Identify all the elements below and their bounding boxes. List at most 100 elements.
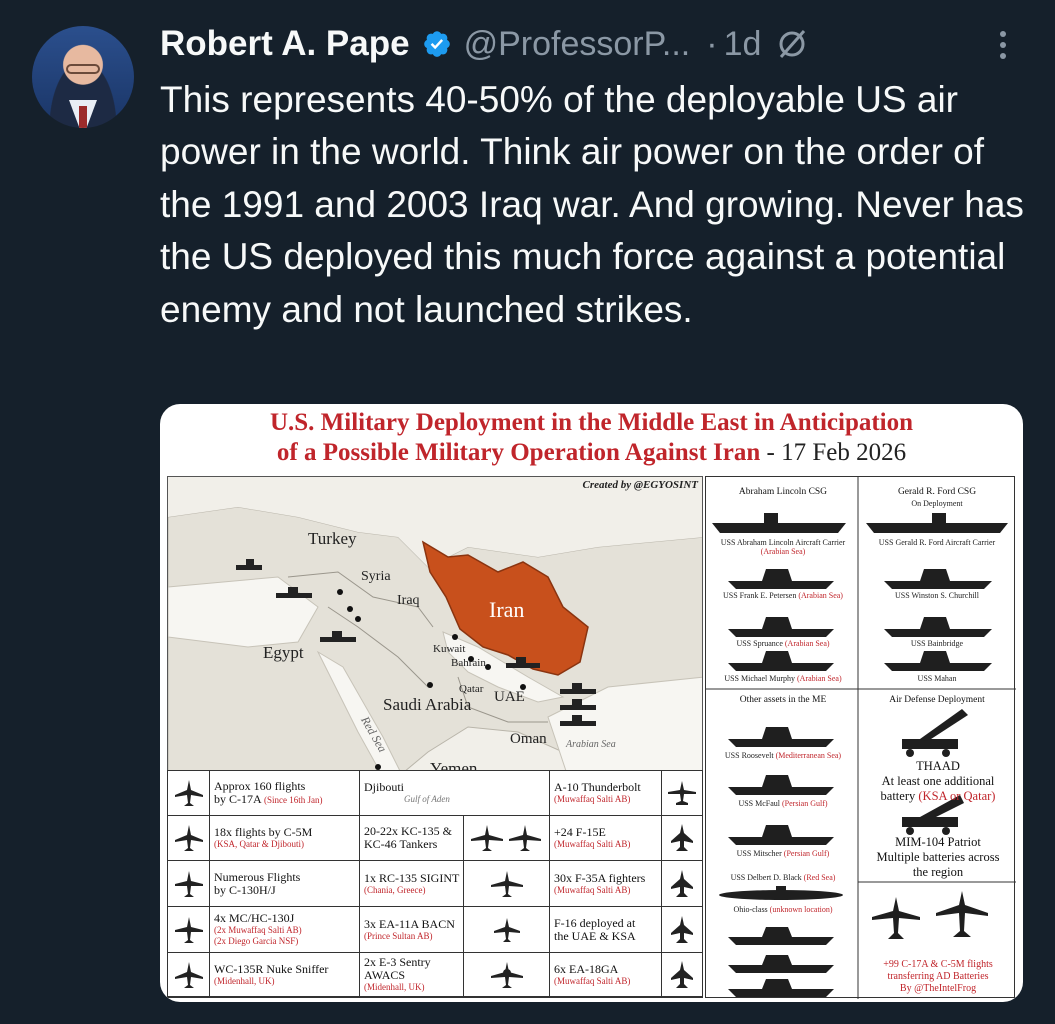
ford-ship-2: USS Winston S. Churchill — [895, 591, 979, 600]
lincoln-ship-1: USS Abraham Lincoln Aircraft Carrier (Ara… — [708, 538, 858, 556]
lincoln-ship-4-loc: (Arabian Sea) — [797, 674, 842, 683]
other-ship-2-loc: (Persian Gulf) — [782, 799, 828, 808]
right-row-5: 6x EA-18GA (Muwaffaq Salti AB) — [550, 953, 662, 997]
tweet-age[interactable]: 1d — [724, 25, 762, 64]
mid-row-2: 1x RC-135 SIGINT (Chania, Greece) — [360, 861, 464, 907]
map-credit: Created by @EGYOSINT — [582, 479, 698, 491]
rc135-aircraft-icon — [464, 861, 550, 907]
mid-row-2-main: 1x RC-135 SIGINT — [364, 870, 460, 885]
right-row-2-main: +24 F-15E — [554, 825, 606, 839]
mid-row-3-main: 3x EA-11A BACN — [364, 916, 455, 931]
other-ship-5: Ohio-class (unknown location) — [708, 905, 858, 914]
right-row-4: F-16 deployed at the UAE & KSA — [550, 907, 662, 953]
mid-row-3-sub: (Prince Sultan AB) — [364, 930, 433, 941]
left-row-3-main: Numerous Flights — [214, 869, 301, 884]
right-row-1-sub: (Muwaffaq Salti AB) — [554, 794, 631, 804]
left-row-1: Approx 160 flights by C-17A (Since 16th … — [210, 771, 360, 816]
ford-ship-1: USS Gerald R. Ford Aircraft Carrier — [878, 538, 996, 547]
aircraft-table: Approx 160 flights by C-17A (Since 16th … — [167, 770, 703, 998]
author-name[interactable]: Robert A. Pape — [160, 24, 410, 64]
lincoln-ship-1-name: USS Abraham Lincoln Aircraft Carrier — [720, 538, 846, 547]
region-map: Created by @EGYOSINT Turkey Syria Iraq I… — [167, 476, 703, 776]
mid-row-4: 2x E-3 Sentry AWACS (Midenhall, UK) — [360, 953, 464, 997]
mid-row-1-main2: KC-46 Tankers — [364, 837, 438, 851]
more-dot — [1000, 42, 1006, 48]
map-label-saudi: Saudi Arabia — [383, 695, 472, 714]
right-row-3-sub: (Muwaffaq Salti AB) — [554, 884, 631, 895]
left-row-2: 18x flights by C-5M (KSA, Qatar & Djibou… — [210, 816, 360, 861]
other-ship-1-loc: (Mediterranean Sea) — [775, 751, 842, 760]
mid-row-3: 3x EA-11A BACN (Prince Sultan AB) — [360, 907, 464, 953]
ford-csg-status: On Deployment — [911, 499, 963, 508]
lincoln-ship-3-loc: (Arabian Sea) — [784, 639, 830, 648]
grok-icon[interactable] — [775, 27, 809, 61]
more-options-icon[interactable] — [988, 28, 1018, 62]
patriot-block: MIM-104 Patriot Multiple batteries acros… — [860, 835, 1016, 880]
author-avatar[interactable] — [32, 26, 134, 128]
lincoln-ship-2-loc: (Arabian Sea) — [798, 591, 843, 600]
left-row-2-main: 18x flights by C-5M — [214, 825, 313, 839]
author-handle[interactable]: @ProfessorP... — [464, 25, 691, 64]
other-ship-3-loc: (Persian Gulf) — [783, 849, 830, 858]
verified-badge-icon — [423, 31, 450, 57]
thaad-line-2: battery — [880, 789, 916, 803]
tweet-text: This represents 40-50% of the deployable… — [160, 79, 1024, 330]
mid-row-4-main: 2x E-3 Sentry AWACS — [364, 955, 431, 982]
lincoln-ship-4-name: USS Michael Murphy — [724, 674, 795, 683]
patriot-title: MIM-104 Patriot — [895, 835, 981, 849]
more-dot — [1000, 31, 1006, 37]
thaad-location: (KSA or Qatar) — [918, 789, 996, 803]
flights-line-2: transferring AD Batteries — [887, 971, 989, 982]
map-label-turkey: Turkey — [308, 529, 357, 548]
left-row-2-sub: (KSA, Qatar & Djibouti) — [214, 839, 304, 849]
left-row-3-main2: by C-130H/J — [214, 882, 276, 897]
right-row-4-main2: the UAE & KSA — [554, 928, 636, 943]
wc135-aircraft-icon — [168, 953, 210, 997]
right-row-3-main: 30x F-35A fighters — [554, 870, 646, 885]
other-ship-4-loc: (Red Sea) — [803, 873, 836, 882]
left-row-4-sub2: (2x Diego Garcia NSF) — [214, 936, 299, 946]
map-label-iran: Iran — [489, 597, 525, 622]
tweet-media-image[interactable]: U.S. Military Deployment in the Middle E… — [160, 404, 1023, 1002]
djibouti-cell: Djibouti Gulf of Aden — [360, 771, 550, 816]
left-row-4-sub: (2x Muwaffaq Salti AB) — [214, 925, 302, 935]
ea11a-aircraft-icon — [464, 907, 550, 953]
right-row-2-sub: (Muwaffaq Salti AB) — [554, 839, 631, 849]
lincoln-ship-4: USS Michael Murphy (Arabian Sea) — [708, 674, 858, 683]
mid-row-1: 20-22x KC-135 & KC-46 Tankers — [360, 816, 464, 861]
map-label-gulf-aden: Gulf of Aden — [404, 794, 450, 804]
lincoln-ship-3-name: USS Spruance — [736, 639, 783, 648]
mc130-aircraft-icon — [168, 907, 210, 953]
map-label-egypt: Egypt — [263, 643, 304, 662]
right-row-1-main: A-10 Thunderbolt — [554, 780, 641, 794]
flights-line-1: +99 C-17A & C-5M flights — [883, 959, 993, 970]
other-ship-4: USS Delbert D. Black (Red Sea) — [708, 873, 858, 882]
map-label-iraq: Iraq — [397, 593, 420, 608]
map-label-syria: Syria — [361, 569, 391, 584]
awacs-aircraft-icon — [464, 953, 550, 997]
other-ship-5-loc: (unknown location) — [769, 905, 833, 914]
left-row-3: Numerous Flights by C-130H/J — [210, 861, 360, 907]
lincoln-csg-heading: Abraham Lincoln CSG — [738, 487, 828, 497]
ford-csg-heading: Gerald R. Ford CSG — [897, 487, 977, 497]
other-ship-1-name: USS Roosevelt — [724, 751, 774, 760]
f16-aircraft-icon — [662, 907, 702, 953]
map-label-bahrain: Bahrain — [451, 657, 486, 669]
title-line-2-text: of a Possible Military Operation Against… — [276, 439, 761, 466]
c130-aircraft-icon — [168, 861, 210, 907]
map-label-uae: UAE — [494, 689, 525, 705]
map-label-kuwait: Kuwait — [433, 643, 466, 655]
other-ship-3: USS Mitscher (Persian Gulf) — [708, 849, 858, 858]
meta-separator: · — [706, 24, 718, 63]
tweet-header: Robert A. Pape @ProfessorP... · 1d — [160, 22, 809, 66]
patriot-line-1: Multiple batteries across — [876, 850, 1000, 864]
lincoln-ship-3: USS Spruance (Arabian Sea) — [708, 639, 858, 648]
map-label-oman: Oman — [510, 731, 547, 747]
air-defense-heading: Air Defense Deployment — [889, 695, 985, 705]
f15-aircraft-icon — [662, 816, 702, 861]
thaad-title: THAAD — [916, 759, 960, 773]
other-ship-3-name: USS Mitscher — [736, 849, 782, 858]
other-ship-4-name: USS Delbert D. Black — [730, 873, 802, 882]
left-row-5-sub: (Midenhall, UK) — [214, 975, 275, 986]
mid-row-4-sub: (Midenhall, UK) — [364, 982, 425, 992]
